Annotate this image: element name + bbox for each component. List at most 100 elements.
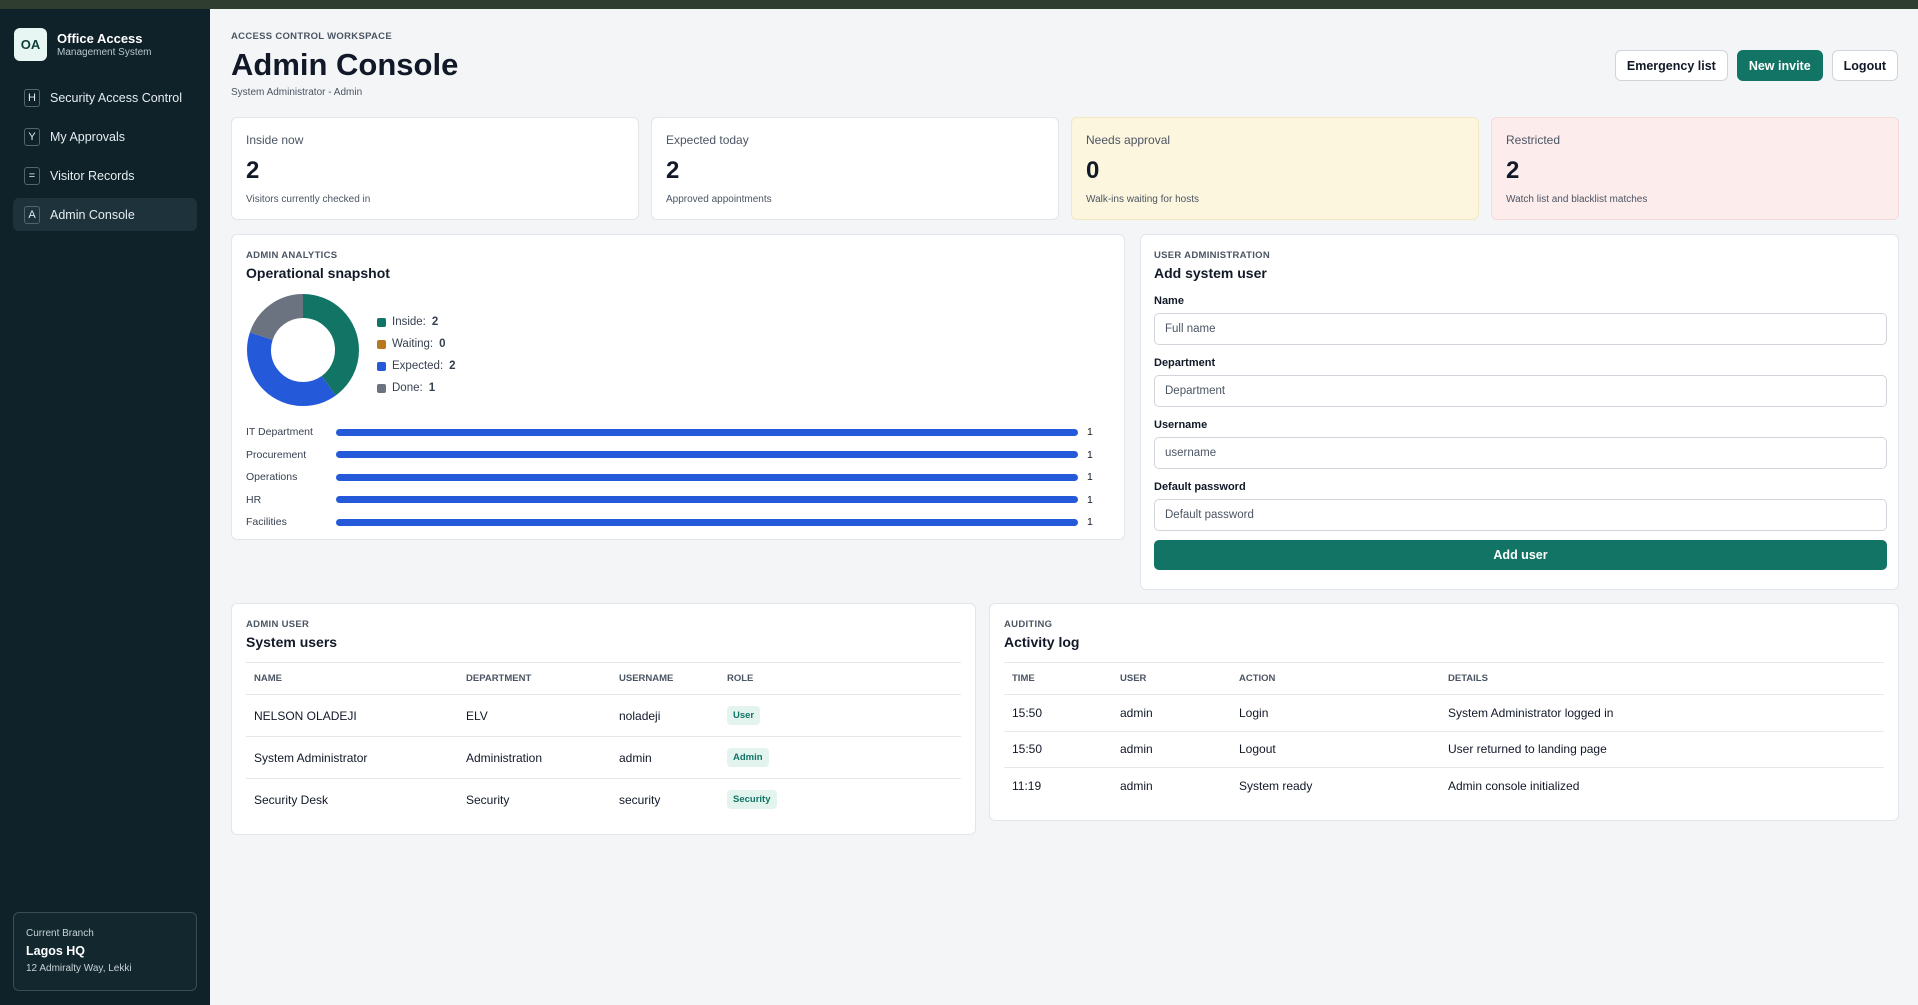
legend-value: 2 xyxy=(449,360,456,372)
stat-note: Visitors currently checked in xyxy=(246,194,371,205)
role-badge: Security xyxy=(727,790,777,810)
stat-value: 2 xyxy=(246,157,260,184)
stat-label: Restricted xyxy=(1506,133,1561,147)
legend-label: Inside: xyxy=(392,316,426,328)
default-password-field[interactable] xyxy=(1154,499,1887,531)
user-department-cell: Administration xyxy=(458,736,611,779)
system-users-card: ADMIN USER System users NAME DEPARTMENT … xyxy=(231,603,976,835)
table-row[interactable]: Security Desk Security security Security xyxy=(246,779,961,821)
user-name-cell: Security Desk xyxy=(254,792,329,807)
page-header: ACCESS CONTROL WORKSPACE Admin Console S… xyxy=(231,31,458,98)
stat-value: 0 xyxy=(1086,157,1100,184)
sidebar-nav: H Security Access Control Y My Approvals… xyxy=(13,81,197,237)
password-field-label: Default password xyxy=(1154,481,1246,493)
department-bar-label: HR xyxy=(246,493,262,506)
log-details-cell: System Administrator logged in xyxy=(1440,694,1884,732)
user-username-cell: security xyxy=(619,792,661,807)
log-details-cell: Admin console initialized xyxy=(1448,779,1580,793)
brand-title: Office Access xyxy=(57,31,143,46)
column-header-department: DEPARTMENT xyxy=(458,662,611,695)
legend-dot xyxy=(377,383,386,393)
branch-name: Lagos HQ xyxy=(26,944,86,958)
legend-label: Expected: xyxy=(392,360,444,372)
user-role-cell: Admin xyxy=(719,736,961,779)
stat-note: Watch list and blacklist matches xyxy=(1506,194,1648,205)
legend-item-expected: Expected: 2 xyxy=(377,355,456,377)
card-title: Add system user xyxy=(1154,265,1267,281)
donut-legend: Inside: 2 Waiting: 0 Expected: 2 Done: 1 xyxy=(377,311,456,399)
department-bar-value: 1 xyxy=(1087,426,1093,439)
sidebar-item-security-access-control[interactable]: H Security Access Control xyxy=(13,81,197,114)
donut-svg xyxy=(247,294,359,406)
card-title: Operational snapshot xyxy=(246,265,390,281)
activity-log-table: TIME USER ACTION DETAILS 15:50 admin Log… xyxy=(1004,662,1884,804)
nav-key-icon: Y xyxy=(24,127,40,146)
department-bar-track xyxy=(336,451,1078,459)
legend-value: 1 xyxy=(428,382,436,394)
card-eyebrow: AUDITING xyxy=(1004,619,1053,630)
add-user-button[interactable]: Add user xyxy=(1154,540,1887,570)
sidebar-item-my-approvals[interactable]: Y My Approvals xyxy=(13,120,197,153)
table-row: 15:50 admin Login System Administrator l… xyxy=(1004,694,1884,732)
sidebar-item-label: Visitor Records xyxy=(50,168,135,183)
column-header-username: USERNAME xyxy=(611,662,719,695)
username-field[interactable] xyxy=(1154,437,1887,469)
table-row[interactable]: System Administrator Administration admi… xyxy=(246,736,961,779)
sidebar-item-label: Security Access Control xyxy=(50,90,182,105)
branch-address: 12 Admiralty Way, Lekki xyxy=(26,963,132,974)
emergency-list-button[interactable]: Emergency list xyxy=(1614,50,1728,81)
log-user-cell: admin xyxy=(1112,694,1231,732)
user-username-cell: admin xyxy=(611,736,719,779)
department-bar-fill xyxy=(336,428,1078,436)
legend-item-waiting: Waiting: 0 xyxy=(377,333,456,355)
card-title: System users xyxy=(246,634,338,650)
name-field[interactable] xyxy=(1154,313,1887,345)
stat-label: Expected today xyxy=(666,133,749,147)
system-users-table: NAME DEPARTMENT USERNAME ROLE NELSON OLA… xyxy=(246,662,961,821)
department-field-label: Department xyxy=(1154,357,1216,369)
department-bar-row: IT Department 1 xyxy=(246,421,1116,444)
department-bar-fill xyxy=(336,451,1078,459)
nav-key-icon: = xyxy=(24,166,40,185)
new-invite-button[interactable]: New invite xyxy=(1736,50,1823,81)
card-eyebrow: USER ADMINISTRATION xyxy=(1154,250,1271,261)
nav-key-icon: A xyxy=(24,205,40,224)
user-department-cell: Security xyxy=(466,792,510,807)
column-header-action: ACTION xyxy=(1231,662,1440,695)
sidebar-item-label: My Approvals xyxy=(50,129,126,144)
department-bar-value: 1 xyxy=(1087,516,1093,529)
legend-value: 0 xyxy=(439,338,446,350)
name-field-label: Name xyxy=(1154,295,1184,307)
department-bar-row: HR 1 xyxy=(246,489,1116,512)
log-action-cell: System ready xyxy=(1239,779,1313,793)
table-row: 15:50 admin Logout User returned to land… xyxy=(1004,731,1884,768)
log-time-cell: 15:50 xyxy=(1004,694,1112,732)
department-bar-row: Facilities 1 xyxy=(246,511,1116,534)
window-top-bar xyxy=(0,0,1918,9)
sidebar-item-visitor-records[interactable]: = Visitor Records xyxy=(13,159,197,192)
department-bar-fill xyxy=(336,518,1078,526)
legend-dot xyxy=(377,317,386,327)
user-username-cell: noladeji xyxy=(611,694,719,737)
role-badge: Admin xyxy=(727,748,769,767)
log-action-cell: Logout xyxy=(1231,731,1440,768)
log-action-cell: Login xyxy=(1231,694,1440,732)
legend-dot xyxy=(377,339,386,349)
department-field[interactable] xyxy=(1154,375,1887,407)
page-subtitle: System Administrator - Admin xyxy=(231,87,363,98)
table-row[interactable]: NELSON OLADEJI ELV noladeji User xyxy=(246,694,961,737)
department-bar-value: 1 xyxy=(1087,448,1093,461)
stats-row: Inside now 2 Visitors currently checked … xyxy=(231,117,1899,220)
column-header-user: USER xyxy=(1112,662,1231,695)
user-name-cell: System Administrator xyxy=(246,736,458,779)
stat-label: Inside now xyxy=(246,133,304,147)
sidebar: OA Office Access Management System H Sec… xyxy=(0,9,210,1005)
legend-dot xyxy=(377,361,386,371)
stat-note: Approved appointments xyxy=(666,194,772,205)
legend-value: 2 xyxy=(431,316,439,328)
sidebar-item-admin-console[interactable]: A Admin Console xyxy=(13,198,197,231)
legend-label: Done: xyxy=(392,382,423,394)
logout-button[interactable]: Logout xyxy=(1831,50,1898,81)
stat-value: 2 xyxy=(1506,157,1520,184)
department-bar-value: 1 xyxy=(1087,493,1093,506)
